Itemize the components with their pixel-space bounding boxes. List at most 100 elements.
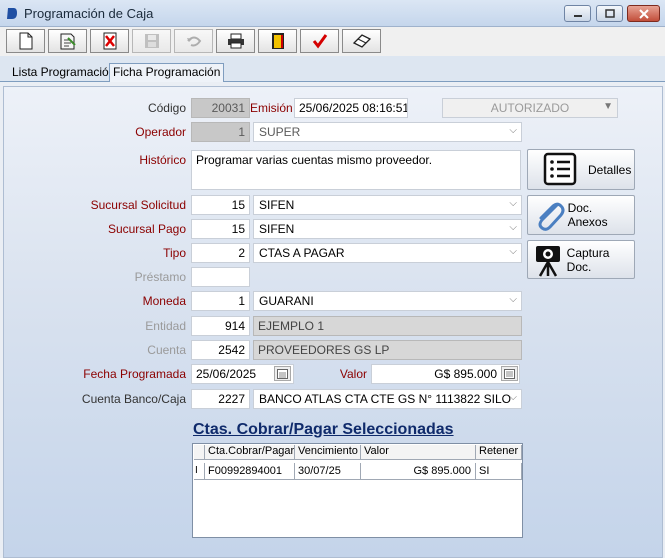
grid-header-vencimiento[interactable]: Vencimiento: [295, 445, 361, 460]
grid-header-indicator: [194, 445, 205, 460]
moneda-select[interactable]: GUARANI ⌵: [253, 291, 522, 311]
captura-doc-label: Captura Doc.: [566, 245, 610, 274]
fecha-programada-value: 25/06/2025: [196, 367, 257, 381]
cuenta-name-field: PROVEEDORES GS LP: [253, 340, 522, 360]
doc-anexos-button[interactable]: Doc. Anexos: [527, 195, 635, 235]
row-indicator: I: [194, 463, 205, 480]
valor-field[interactable]: G$ 895.000: [371, 364, 520, 384]
estado-select[interactable]: AUTORIZADO ▼: [442, 98, 618, 118]
window-title: Programación de Caja: [24, 6, 154, 21]
close-icon: [638, 8, 649, 19]
grid-header-cuenta[interactable]: Cta.Cobrar/Pagar: [205, 445, 295, 460]
codigo-label: Código: [147, 101, 186, 115]
sucursal-pago-code-field[interactable]: 15: [191, 219, 250, 239]
grid-header-valor[interactable]: Valor: [361, 445, 476, 460]
cell-cuenta[interactable]: F00992894001: [205, 463, 295, 480]
minimize-icon: [573, 14, 582, 17]
printer-icon: [227, 33, 244, 49]
edit-doc-button[interactable]: [48, 29, 87, 53]
print-button[interactable]: [216, 29, 255, 53]
captura-doc-button[interactable]: Captura Doc.: [527, 240, 635, 279]
tipo-code-field[interactable]: 2: [191, 243, 250, 263]
floppy-icon: [144, 34, 159, 48]
confirm-button[interactable]: [300, 29, 339, 53]
grid-title: Ctas. Cobrar/Pagar Seleccionadas: [193, 421, 454, 438]
new-doc-button[interactable]: [6, 29, 45, 53]
exit-button[interactable]: [258, 29, 297, 53]
tipo-name: CTAS A PAGAR: [259, 246, 345, 260]
detalles-button[interactable]: Detalles: [527, 149, 635, 190]
sucursal-pago-name: SIFEN: [259, 222, 295, 236]
codigo-field[interactable]: 20031: [191, 98, 250, 118]
cell-retener[interactable]: SI: [476, 463, 522, 480]
clear-button[interactable]: [342, 29, 381, 53]
cuenta-banco-select[interactable]: BANCO ATLAS CTA CTE GS N° 1113822 SILO ⌵: [253, 389, 522, 409]
tab-ficha-programacion[interactable]: Ficha Programación: [109, 63, 225, 82]
tipo-select[interactable]: CTAS A PAGAR ⌵: [253, 243, 522, 263]
historico-textarea[interactable]: Programar varias cuentas mismo proveedor…: [191, 150, 521, 190]
app-icon: [6, 7, 18, 20]
list-icon: [543, 152, 577, 185]
chevron-down-icon: ⌵: [509, 198, 517, 209]
toolbar: [0, 27, 665, 56]
moneda-code-field[interactable]: 1: [191, 291, 250, 311]
cuenta-code-field[interactable]: 2542: [191, 340, 250, 360]
chevron-down-icon: ⌵: [509, 125, 517, 136]
grid-header-retener[interactable]: Retener: [476, 445, 522, 460]
cuenta-label: Cuenta: [147, 343, 186, 357]
sucursal-pago-select[interactable]: SIFEN ⌵: [253, 219, 522, 239]
historico-label: Histórico: [139, 153, 186, 167]
title-bar: Programación de Caja: [0, 0, 665, 27]
prestamo-label: Préstamo: [134, 270, 186, 284]
ctas-grid[interactable]: Cta.Cobrar/Pagar Vencimiento Valor Reten…: [192, 443, 523, 538]
date-picker-button[interactable]: [274, 366, 291, 381]
sucursal-pago-label: Sucursal Pago: [107, 222, 186, 236]
sucursal-solicitud-name: SIFEN: [259, 198, 295, 212]
chevron-down-icon: ⌵: [509, 222, 517, 233]
new-doc-icon: [19, 32, 32, 50]
fecha-programada-label: Fecha Programada: [83, 367, 186, 381]
doc-anexos-label: Doc. Anexos: [567, 201, 608, 229]
sucursal-solicitud-code-field[interactable]: 15: [191, 195, 250, 215]
sucursal-solicitud-label: Sucursal Solicitud: [90, 198, 186, 212]
prestamo-field[interactable]: [191, 267, 250, 287]
cuenta-banco-code-field[interactable]: 2227: [191, 389, 250, 409]
moneda-label: Moneda: [142, 294, 186, 308]
emision-field[interactable]: 25/06/2025 08:16:51: [294, 98, 408, 118]
cell-valor[interactable]: G$ 895.000: [361, 463, 476, 480]
detalles-label: Detalles: [588, 162, 632, 177]
emision-label: Emisión: [250, 101, 293, 115]
estado-value: AUTORIZADO: [490, 101, 570, 115]
sucursal-solicitud-select[interactable]: SIFEN ⌵: [253, 195, 522, 215]
chevron-down-icon: ⌵: [509, 246, 517, 257]
valor-label: Valor: [339, 367, 367, 381]
calendar-icon: [277, 368, 288, 379]
cell-vencimiento[interactable]: 30/07/25: [295, 463, 361, 480]
delete-doc-button[interactable]: [90, 29, 129, 53]
tipo-label: Tipo: [163, 246, 186, 260]
eraser-icon: [352, 34, 371, 48]
chevron-down-icon: ⌵: [509, 392, 517, 403]
maximize-button[interactable]: [596, 5, 623, 22]
undo-icon: [186, 36, 201, 47]
operador-code-field[interactable]: 1: [191, 122, 250, 142]
edit-doc-icon: [60, 33, 76, 50]
calculator-button[interactable]: [501, 366, 518, 381]
operador-label: Operador: [135, 125, 186, 139]
minimize-button[interactable]: [564, 5, 591, 22]
calculator-icon: [504, 368, 515, 379]
operador-name: SUPER: [259, 125, 301, 139]
entidad-code-field[interactable]: 914: [191, 316, 250, 336]
operador-select[interactable]: SUPER ⌵: [253, 122, 522, 142]
paperclip-icon: [538, 202, 565, 231]
close-button[interactable]: [627, 5, 660, 22]
tab-bar: Lista Programación Ficha Programación: [0, 56, 665, 82]
tab-lista-programacion[interactable]: Lista Programación: [9, 64, 118, 81]
save-button[interactable]: [132, 29, 171, 53]
valor-value: G$ 895.000: [434, 367, 497, 381]
maximize-icon: [604, 9, 615, 18]
exit-door-icon: [271, 33, 284, 49]
undo-button[interactable]: [174, 29, 213, 53]
chevron-down-icon: ▼: [603, 101, 613, 112]
cuenta-banco-name: BANCO ATLAS CTA CTE GS N° 1113822 SILO: [259, 392, 512, 406]
